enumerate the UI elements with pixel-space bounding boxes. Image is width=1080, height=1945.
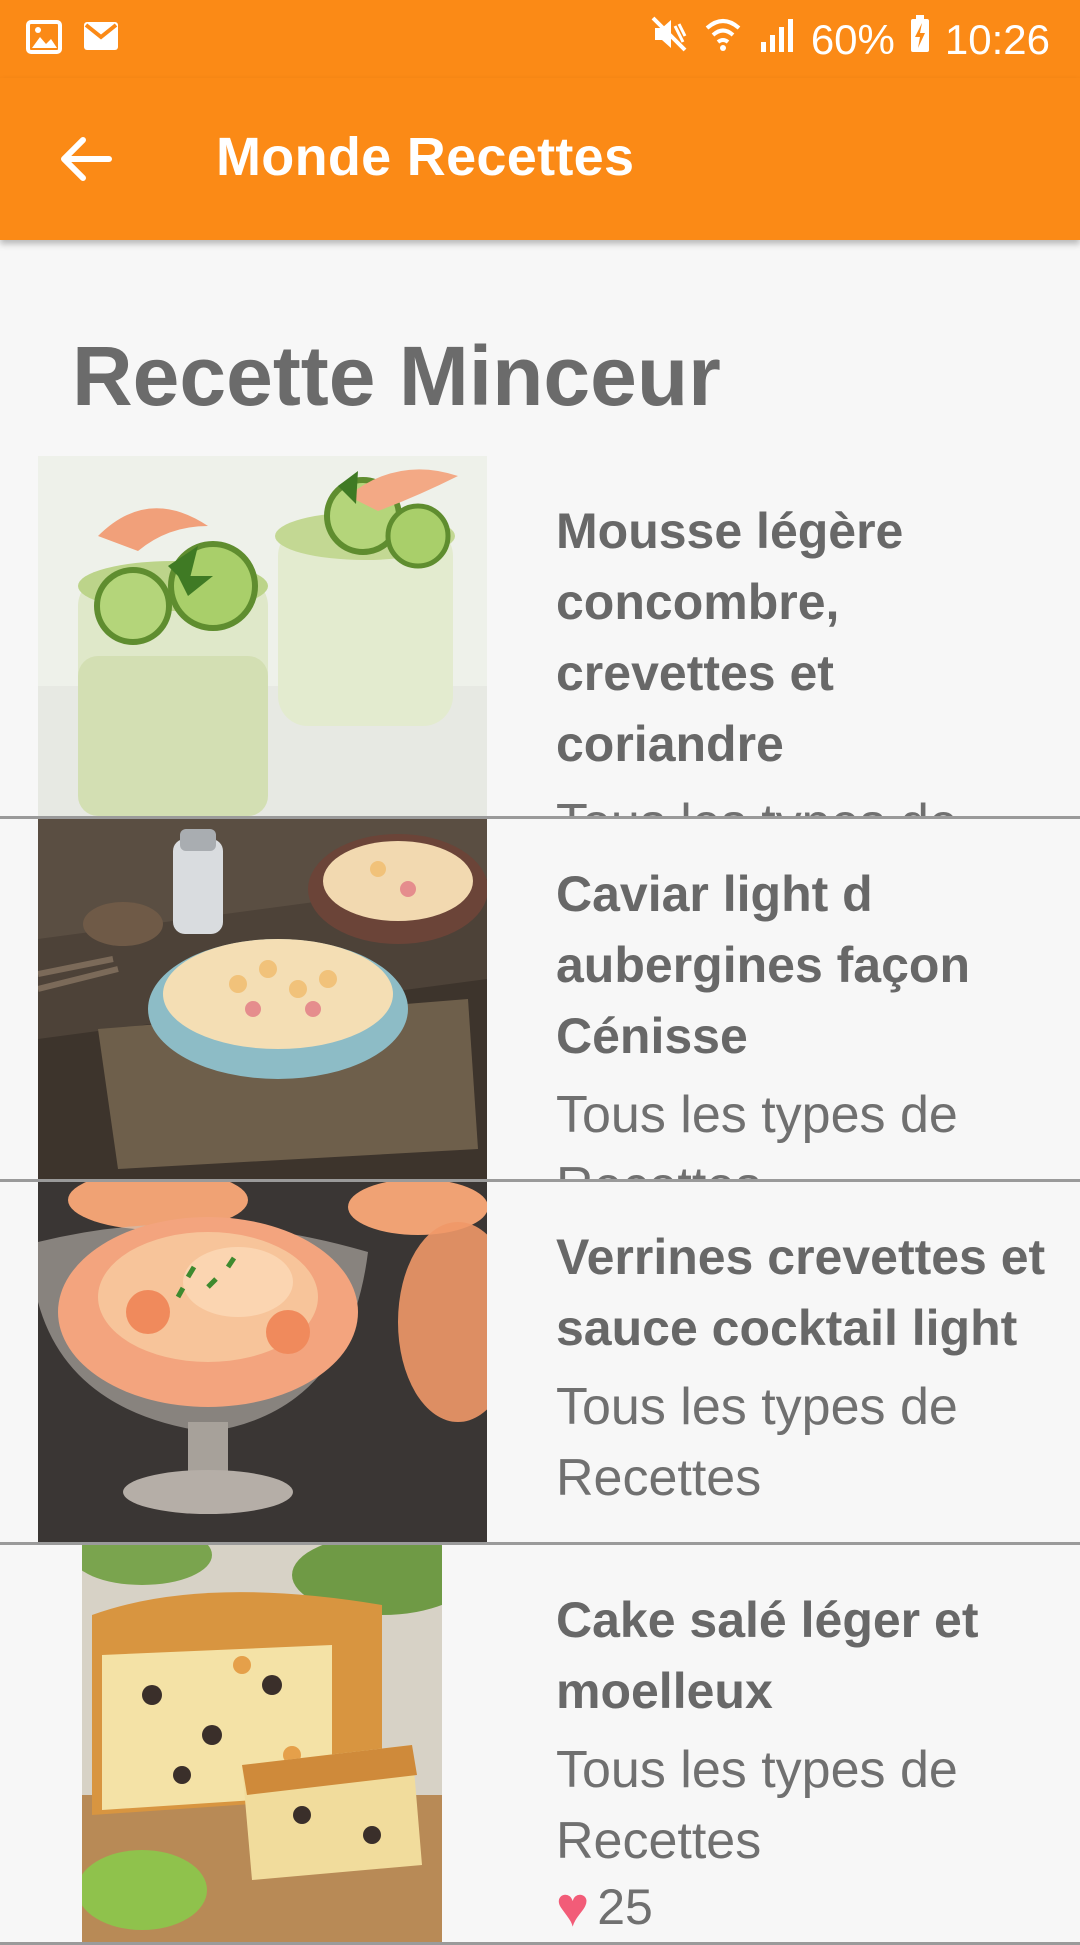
recipe-title: Caviar light d aubergines façon Cénisse xyxy=(556,866,970,1064)
app-bar: Monde Recettes xyxy=(0,78,1080,240)
recipe-text: Mousse légère concombre, crevettes et co… xyxy=(556,496,1060,816)
recipe-text: Cake salé léger et moelleux Tous les typ… xyxy=(556,1585,1060,1942)
mail-icon xyxy=(82,20,120,59)
battery-charging-icon xyxy=(909,14,931,65)
recipe-title: Verrines crevettes et sauce cocktail lig… xyxy=(556,1229,1046,1356)
recipe-title: Mousse légère concombre, crevettes et co… xyxy=(556,503,904,772)
savory-cake-photo xyxy=(82,1545,442,1942)
recipe-text: Verrines crevettes et sauce cocktail lig… xyxy=(556,1222,1060,1542)
recipe-title: Cake salé léger et moelleux xyxy=(556,1592,979,1719)
recipe-category: Tous les types de Recettes xyxy=(556,1741,958,1870)
chickpea-salad-photo xyxy=(38,819,487,1179)
mute-icon xyxy=(649,14,689,65)
back-button[interactable] xyxy=(40,116,130,206)
recipe-thumbnail[interactable] xyxy=(38,456,487,816)
clock: 10:26 xyxy=(944,15,1050,63)
list-item[interactable]: Caviar light d aubergines façon Cénisse … xyxy=(0,819,1080,1182)
recipe-category: Tous les types de Recettes xyxy=(556,788,1060,816)
battery-percent: 60% xyxy=(810,15,895,63)
image-icon xyxy=(26,20,62,59)
arrow-left-icon xyxy=(57,134,113,189)
recipe-thumbnail[interactable] xyxy=(38,1182,487,1542)
recipe-thumbnail[interactable] xyxy=(82,1545,442,1942)
wifi-icon xyxy=(703,14,743,65)
recipe-list[interactable]: Mousse légère concombre, crevettes et co… xyxy=(0,456,1080,1945)
likes-count: 25 xyxy=(597,1879,653,1935)
list-item[interactable]: Cake salé léger et moelleux Tous les typ… xyxy=(0,1545,1080,1945)
recipe-category: Tous les types de Recettes xyxy=(556,1378,958,1507)
cucumber-shrimp-mousse-photo xyxy=(38,456,487,816)
status-bar-notifications xyxy=(26,20,120,59)
list-item[interactable]: Verrines crevettes et sauce cocktail lig… xyxy=(0,1182,1080,1545)
heart-icon: ♥ xyxy=(556,1875,590,1938)
recipe-thumbnail[interactable] xyxy=(38,819,487,1179)
recipe-category: Tous les types de Recettes xyxy=(556,1086,958,1179)
recipe-likes[interactable]: ♥ 25 xyxy=(556,1877,1060,1937)
status-bar-system: 60% 10:26 xyxy=(649,14,1050,65)
signal-icon xyxy=(757,15,797,65)
shrimp-cocktail-verrine-photo xyxy=(38,1182,487,1542)
section-title: Recette Minceur xyxy=(72,329,721,423)
status-bar: 60% 10:26 xyxy=(0,0,1080,78)
app-title: Monde Recettes xyxy=(216,127,635,187)
list-item[interactable]: Mousse légère concombre, crevettes et co… xyxy=(0,456,1080,819)
recipe-text: Caviar light d aubergines façon Cénisse … xyxy=(556,859,1060,1179)
